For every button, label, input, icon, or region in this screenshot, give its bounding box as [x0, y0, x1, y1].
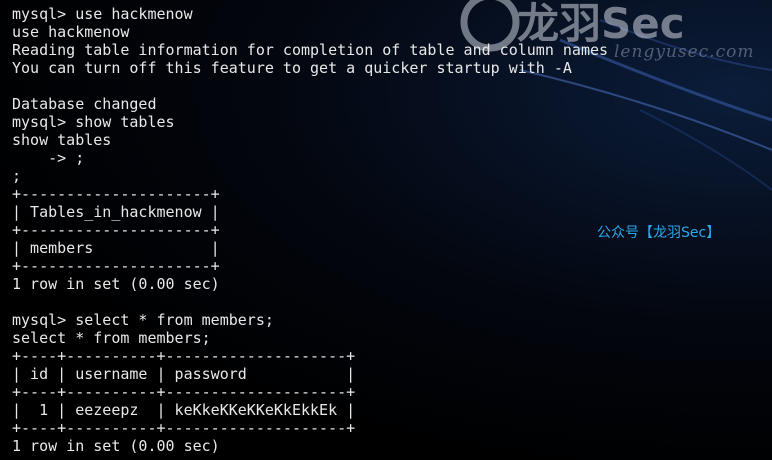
terminal-line: | 1 | eezeepz | keKkeKKeKKeKkEkkEk | [12, 401, 356, 419]
terminal-window[interactable]: 龙羽Sec lengyusec.com mysql> use hackmenow… [0, 0, 772, 460]
terminal-line: mysql> use hackmenow [12, 5, 193, 23]
terminal-line: You can turn off this feature to get a q… [12, 59, 572, 77]
terminal-line: +---------------------+ [12, 185, 220, 203]
terminal-line: | Tables_in_hackmenow | [12, 203, 220, 221]
terminal-line: show tables [12, 131, 112, 149]
swoosh-line-4 [639, 109, 772, 191]
terminal-line: +----+----------+--------------------+ [12, 419, 356, 437]
terminal-line: mysql> show tables [12, 113, 175, 131]
terminal-line: Reading table information for completion… [12, 41, 609, 59]
terminal-line: mysql> select * from members; [12, 311, 274, 329]
terminal-line: select * from members; [12, 329, 211, 347]
terminal-line: -> ; [12, 149, 85, 167]
terminal-line: Database changed [12, 95, 157, 113]
terminal-line: +----+----------+--------------------+ [12, 347, 356, 365]
wechat-account-label: 公众号【龙羽Sec】 [597, 225, 721, 241]
terminal-output: mysql> use hackmenow use hackmenow Reading… [12, 5, 608, 455]
terminal-line: +---------------------+ [12, 221, 220, 239]
terminal-line: 1 row in set (0.00 sec) [12, 275, 220, 293]
terminal-line: | members | [12, 239, 220, 257]
terminal-line: 1 row in set (0.00 sec) [12, 437, 220, 455]
terminal-line: +---------------------+ [12, 257, 220, 275]
terminal-line: | id | username | password | [12, 365, 356, 383]
watermark-url: lengyusec.com [614, 42, 755, 62]
terminal-line: +----+----------+--------------------+ [12, 383, 356, 401]
terminal-line: ; [12, 167, 22, 185]
terminal-line: use hackmenow [12, 23, 130, 41]
